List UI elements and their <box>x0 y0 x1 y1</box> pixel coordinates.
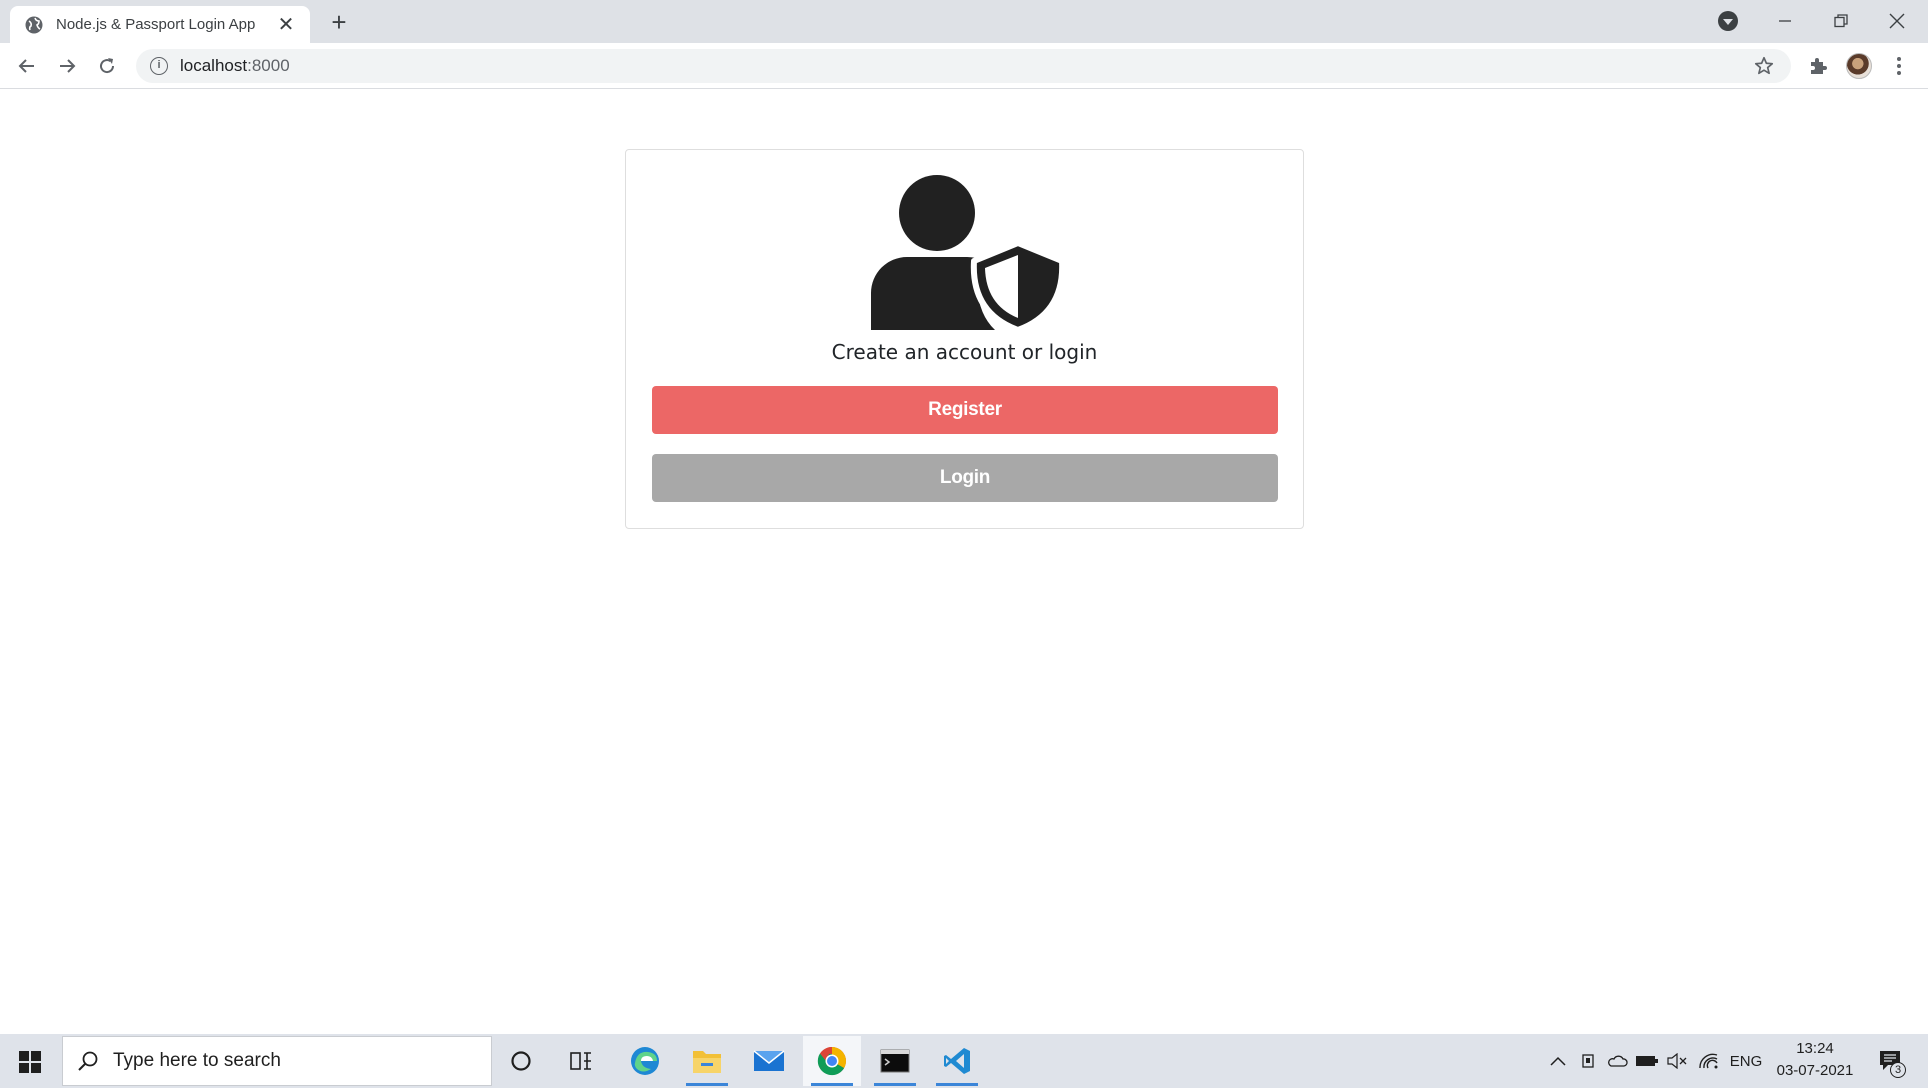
url-text[interactable]: localhost:8000 <box>180 56 290 76</box>
task-view-button[interactable] <box>552 1036 610 1086</box>
address-bar[interactable]: i localhost:8000 <box>136 49 1791 83</box>
search-placeholder: Type here to search <box>113 1050 281 1071</box>
info-icon[interactable]: i <box>150 57 168 75</box>
profile-button[interactable] <box>1844 51 1874 81</box>
more-vert-icon <box>1897 57 1901 75</box>
puzzle-icon <box>1811 58 1827 74</box>
cortana-button[interactable] <box>492 1036 550 1086</box>
cortana-icon <box>511 1051 531 1071</box>
tray-onedrive[interactable] <box>1603 1034 1631 1088</box>
edge-icon <box>631 1047 659 1075</box>
tray-battery[interactable] <box>1633 1034 1661 1088</box>
chevron-up-icon <box>1550 1056 1566 1066</box>
task-view-icon <box>570 1052 591 1070</box>
url-host: localhost <box>180 56 248 75</box>
running-indicator <box>811 1083 853 1086</box>
chrome-icon <box>817 1046 846 1076</box>
browser-tab-strip: Node.js & Passport Login App ✕ + <box>0 0 1928 43</box>
taskbar-file-explorer[interactable] <box>678 1036 736 1086</box>
arrow-left-icon <box>18 59 34 73</box>
terminal-icon <box>880 1049 910 1073</box>
back-button[interactable] <box>12 51 42 81</box>
folder-icon <box>693 1051 721 1073</box>
menu-button[interactable] <box>1884 51 1914 81</box>
tab-close-icon[interactable]: ✕ <box>276 15 296 35</box>
mail-icon <box>753 1050 785 1071</box>
new-tab-button[interactable]: + <box>326 9 352 36</box>
restore-button[interactable] <box>1826 8 1856 34</box>
avatar <box>1846 53 1872 79</box>
clock-date: 03-07-2021 <box>1776 1062 1854 1079</box>
windows-icon <box>19 1051 41 1073</box>
language-label: ENG <box>1729 1052 1763 1070</box>
taskbar-search-input[interactable]: Type here to search <box>62 1036 492 1086</box>
welcome-card: Create an account or login Register Logi… <box>625 149 1304 529</box>
volume-muted-icon <box>1667 1053 1687 1069</box>
running-indicator <box>686 1083 728 1086</box>
device-icon <box>1582 1054 1594 1068</box>
restore-icon <box>1834 14 1848 28</box>
taskbar-edge[interactable] <box>616 1036 674 1086</box>
battery-icon <box>1636 1056 1658 1066</box>
tray-device[interactable] <box>1575 1034 1601 1088</box>
running-indicator <box>936 1083 978 1086</box>
forward-button[interactable] <box>52 51 82 81</box>
vscode-icon <box>944 1048 970 1074</box>
close-window-button[interactable] <box>1882 8 1912 34</box>
browser-tab[interactable]: Node.js & Passport Login App ✕ <box>10 6 310 43</box>
taskbar-vscode[interactable] <box>928 1036 986 1086</box>
login-button[interactable]: Login <box>652 454 1278 502</box>
url-port: :8000 <box>247 56 290 75</box>
wifi-icon <box>1699 1053 1718 1069</box>
reload-icon <box>100 58 115 74</box>
taskbar: Type here to search ENG 13:24 03-07-2021… <box>0 1034 1928 1088</box>
tab-title: Node.js & Passport Login App <box>56 16 256 33</box>
tray-volume[interactable] <box>1663 1034 1691 1088</box>
taskbar-chrome[interactable] <box>803 1036 861 1086</box>
globe-icon <box>25 16 43 33</box>
start-button[interactable] <box>10 1044 50 1080</box>
tab-search-icon[interactable] <box>1718 11 1738 31</box>
reload-button[interactable] <box>92 51 122 81</box>
browser-toolbar: i localhost:8000 <box>0 43 1928 89</box>
show-hidden-icons-button[interactable] <box>1545 1034 1571 1088</box>
close-icon <box>1889 13 1905 29</box>
arrow-right-icon <box>60 59 76 73</box>
extensions-button[interactable] <box>1803 51 1833 81</box>
cloud-icon <box>1608 1055 1628 1067</box>
minimize-icon <box>1779 20 1791 22</box>
register-button[interactable]: Register <box>652 386 1278 434</box>
minimize-button[interactable] <box>1770 8 1800 34</box>
tray-language[interactable]: ENG <box>1726 1034 1766 1088</box>
user-shield-icon <box>871 175 1063 330</box>
clock[interactable]: 13:24 03-07-2021 <box>1770 1038 1860 1082</box>
search-icon <box>78 1051 98 1071</box>
clock-time: 13:24 <box>1796 1040 1834 1057</box>
taskbar-terminal[interactable] <box>866 1036 924 1086</box>
notification-count-badge: 3 <box>1890 1062 1906 1078</box>
taskbar-mail[interactable] <box>740 1036 798 1086</box>
tray-wifi[interactable] <box>1695 1034 1721 1088</box>
card-caption: Create an account or login <box>831 340 1098 364</box>
running-indicator <box>874 1083 916 1086</box>
bookmark-star-icon[interactable] <box>1753 55 1775 77</box>
